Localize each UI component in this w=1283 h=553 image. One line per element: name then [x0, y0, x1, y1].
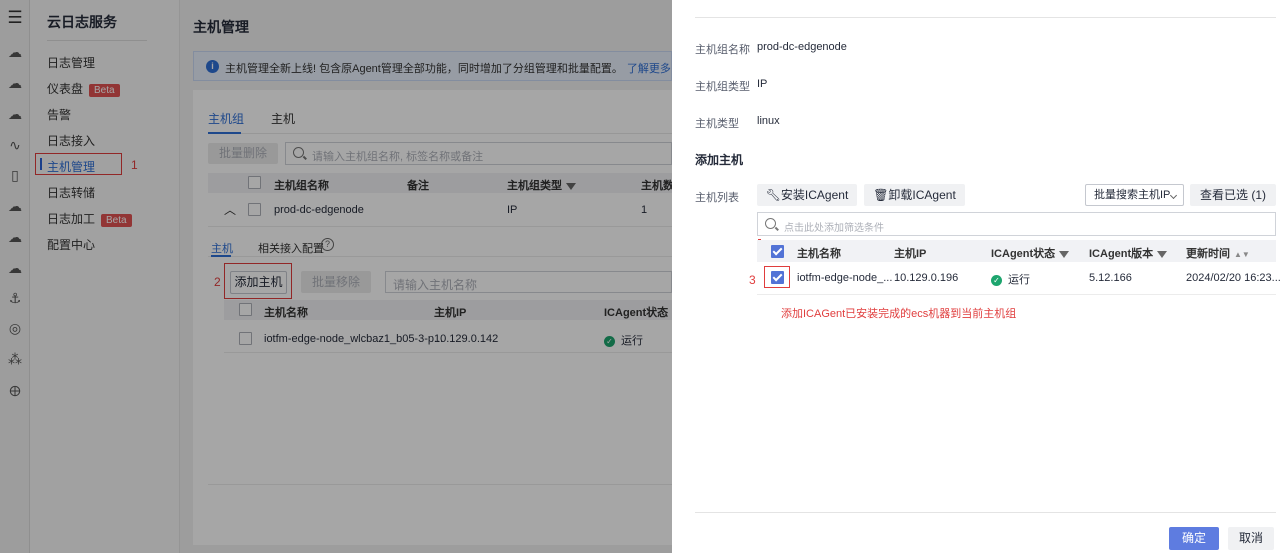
host-ip-cell: 10.129.0.196	[894, 272, 959, 284]
view-selected-button[interactable]: 查看已选 (1)	[1190, 184, 1276, 206]
status-label: 运行	[1008, 274, 1030, 286]
trash-icon: 🗑︎	[873, 188, 889, 202]
search-icon	[765, 218, 776, 229]
field-label-group-type: 主机组类型	[695, 81, 750, 93]
cancel-button[interactable]: 取消	[1228, 527, 1274, 550]
field-label-host-type: 主机类型	[695, 118, 739, 130]
select-all-checkbox[interactable]	[771, 245, 784, 258]
col-icagent-version-label: ICAgent版本	[1089, 248, 1154, 260]
filter-icon[interactable]	[1059, 250, 1070, 258]
uninstall-icagent-button[interactable]: 🗑︎卸载ICAgent	[864, 184, 965, 206]
field-value-group-type: IP	[757, 78, 768, 90]
section-title-add-host: 添加主机	[695, 153, 744, 167]
host-list-label: 主机列表	[695, 192, 739, 204]
col-update-time-label: 更新时间	[1186, 248, 1230, 260]
drawer-top-divider	[695, 17, 1276, 18]
check-circle-icon: ✓	[991, 274, 1002, 286]
field-value-group-name: prod-dc-edgenode	[757, 41, 847, 53]
background-console: ☰ ☁ ☁ ☁ ∿ ▯ ☁ ☁ ☁ ⚓ ◎ ⁂ 🜨 云日志服务 日志管理 仪表盘…	[0, 0, 683, 553]
host-name-cell[interactable]: iotfm-edge-node_...	[797, 272, 892, 284]
wrench-icon: 🔧︎	[765, 188, 781, 202]
uninstall-icagent-label: 卸载ICAgent	[888, 188, 956, 202]
col-host-name: 主机名称	[797, 248, 841, 260]
col-icagent-status-label: ICAgent状态	[991, 248, 1056, 260]
annotation-step-3: 3	[749, 273, 756, 287]
icagent-version-cell: 5.12.166	[1089, 272, 1132, 284]
update-time-cell: 2024/02/20 16:23...	[1186, 272, 1281, 284]
filter-icon[interactable]	[1157, 250, 1168, 258]
annotation-note: 添加ICAGent已安装完成的ecs机器到当前主机组	[781, 308, 1017, 320]
row-checkbox-checked[interactable]	[771, 271, 784, 284]
install-icagent-label: 安装ICAgent	[780, 188, 849, 202]
field-label-group-name: 主机组名称	[695, 44, 750, 56]
host-status-cell: ✓ 运行	[991, 271, 1030, 287]
col-update-time[interactable]: 更新时间 ▲▼	[1186, 245, 1250, 261]
sort-icon[interactable]: ▲▼	[1234, 250, 1250, 259]
install-icagent-button[interactable]: 🔧︎安装ICAgent	[757, 184, 857, 206]
col-host-ip: 主机IP	[894, 248, 927, 260]
row-divider	[757, 294, 1276, 295]
drawer-host-table-header: 主机名称 主机IP ICAgent状态 ICAgent版本 更新时间 ▲▼	[757, 240, 1276, 262]
field-value-host-type: linux	[757, 115, 780, 127]
filter-search-input[interactable]: 点击此处添加筛选条件	[757, 212, 1276, 236]
drawer-footer-divider	[695, 512, 1276, 513]
add-host-drawer: 主机组名称 prod-dc-edgenode 主机组类型 IP 主机类型 lin…	[672, 0, 1283, 553]
chevron-down-icon	[1169, 191, 1178, 200]
col-icagent-status[interactable]: ICAgent状态	[991, 245, 1070, 261]
filter-placeholder: 点击此处添加筛选条件	[784, 223, 884, 234]
batch-search-label: 批量搜索主机IP	[1094, 189, 1171, 201]
col-icagent-version[interactable]: ICAgent版本	[1089, 245, 1168, 261]
modal-backdrop[interactable]	[0, 0, 672, 553]
confirm-button[interactable]: 确定	[1169, 527, 1219, 550]
batch-search-ip-select[interactable]: 批量搜索主机IP	[1085, 184, 1184, 206]
